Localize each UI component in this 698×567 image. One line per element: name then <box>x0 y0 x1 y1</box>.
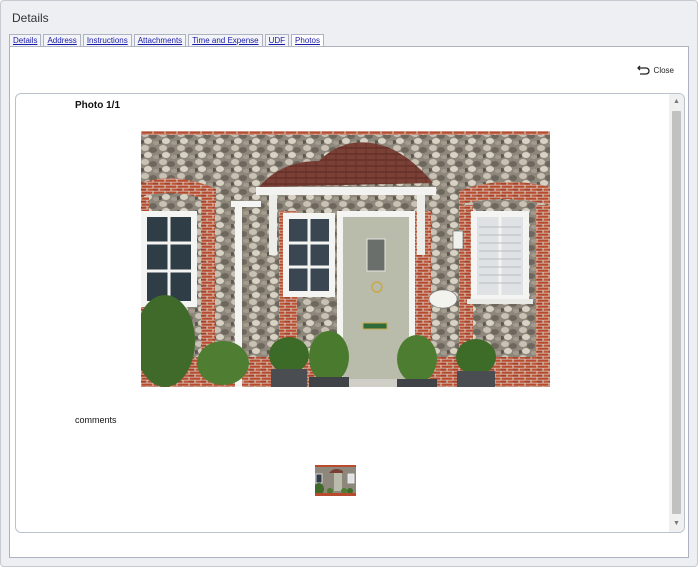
close-label: Close <box>653 65 674 75</box>
photo-title: Photo 1/1 <box>75 100 121 111</box>
photos-panel: Close Photo 1/1 comments ▲ ▼ <box>9 46 689 558</box>
tab-details[interactable]: Details <box>9 34 42 46</box>
tab-attachments[interactable]: Attachments <box>133 34 187 46</box>
triangle-up-icon[interactable]: ▲ <box>669 95 684 109</box>
close-button[interactable]: Close <box>636 64 674 76</box>
vertical-scrollbar[interactable]: ▲ ▼ <box>669 94 684 532</box>
photo-viewer: Photo 1/1 comments ▲ ▼ <box>15 93 685 533</box>
return-arrow-icon <box>636 65 650 75</box>
house-photo <box>141 131 550 387</box>
photo-thumbnail[interactable] <box>315 465 356 496</box>
triangle-down-icon[interactable]: ▼ <box>669 517 684 531</box>
details-dialog: Details Details Address Instructions Att… <box>0 0 698 567</box>
dialog-title: Details <box>12 11 49 25</box>
photo-comments: comments <box>75 415 117 425</box>
tab-time-and-expense[interactable]: Time and Expense <box>188 34 263 46</box>
tab-instructions[interactable]: Instructions <box>82 34 132 46</box>
tab-udf[interactable]: UDF <box>264 34 290 46</box>
tab-address[interactable]: Address <box>43 34 81 46</box>
scrollbar-thumb[interactable] <box>672 111 681 514</box>
